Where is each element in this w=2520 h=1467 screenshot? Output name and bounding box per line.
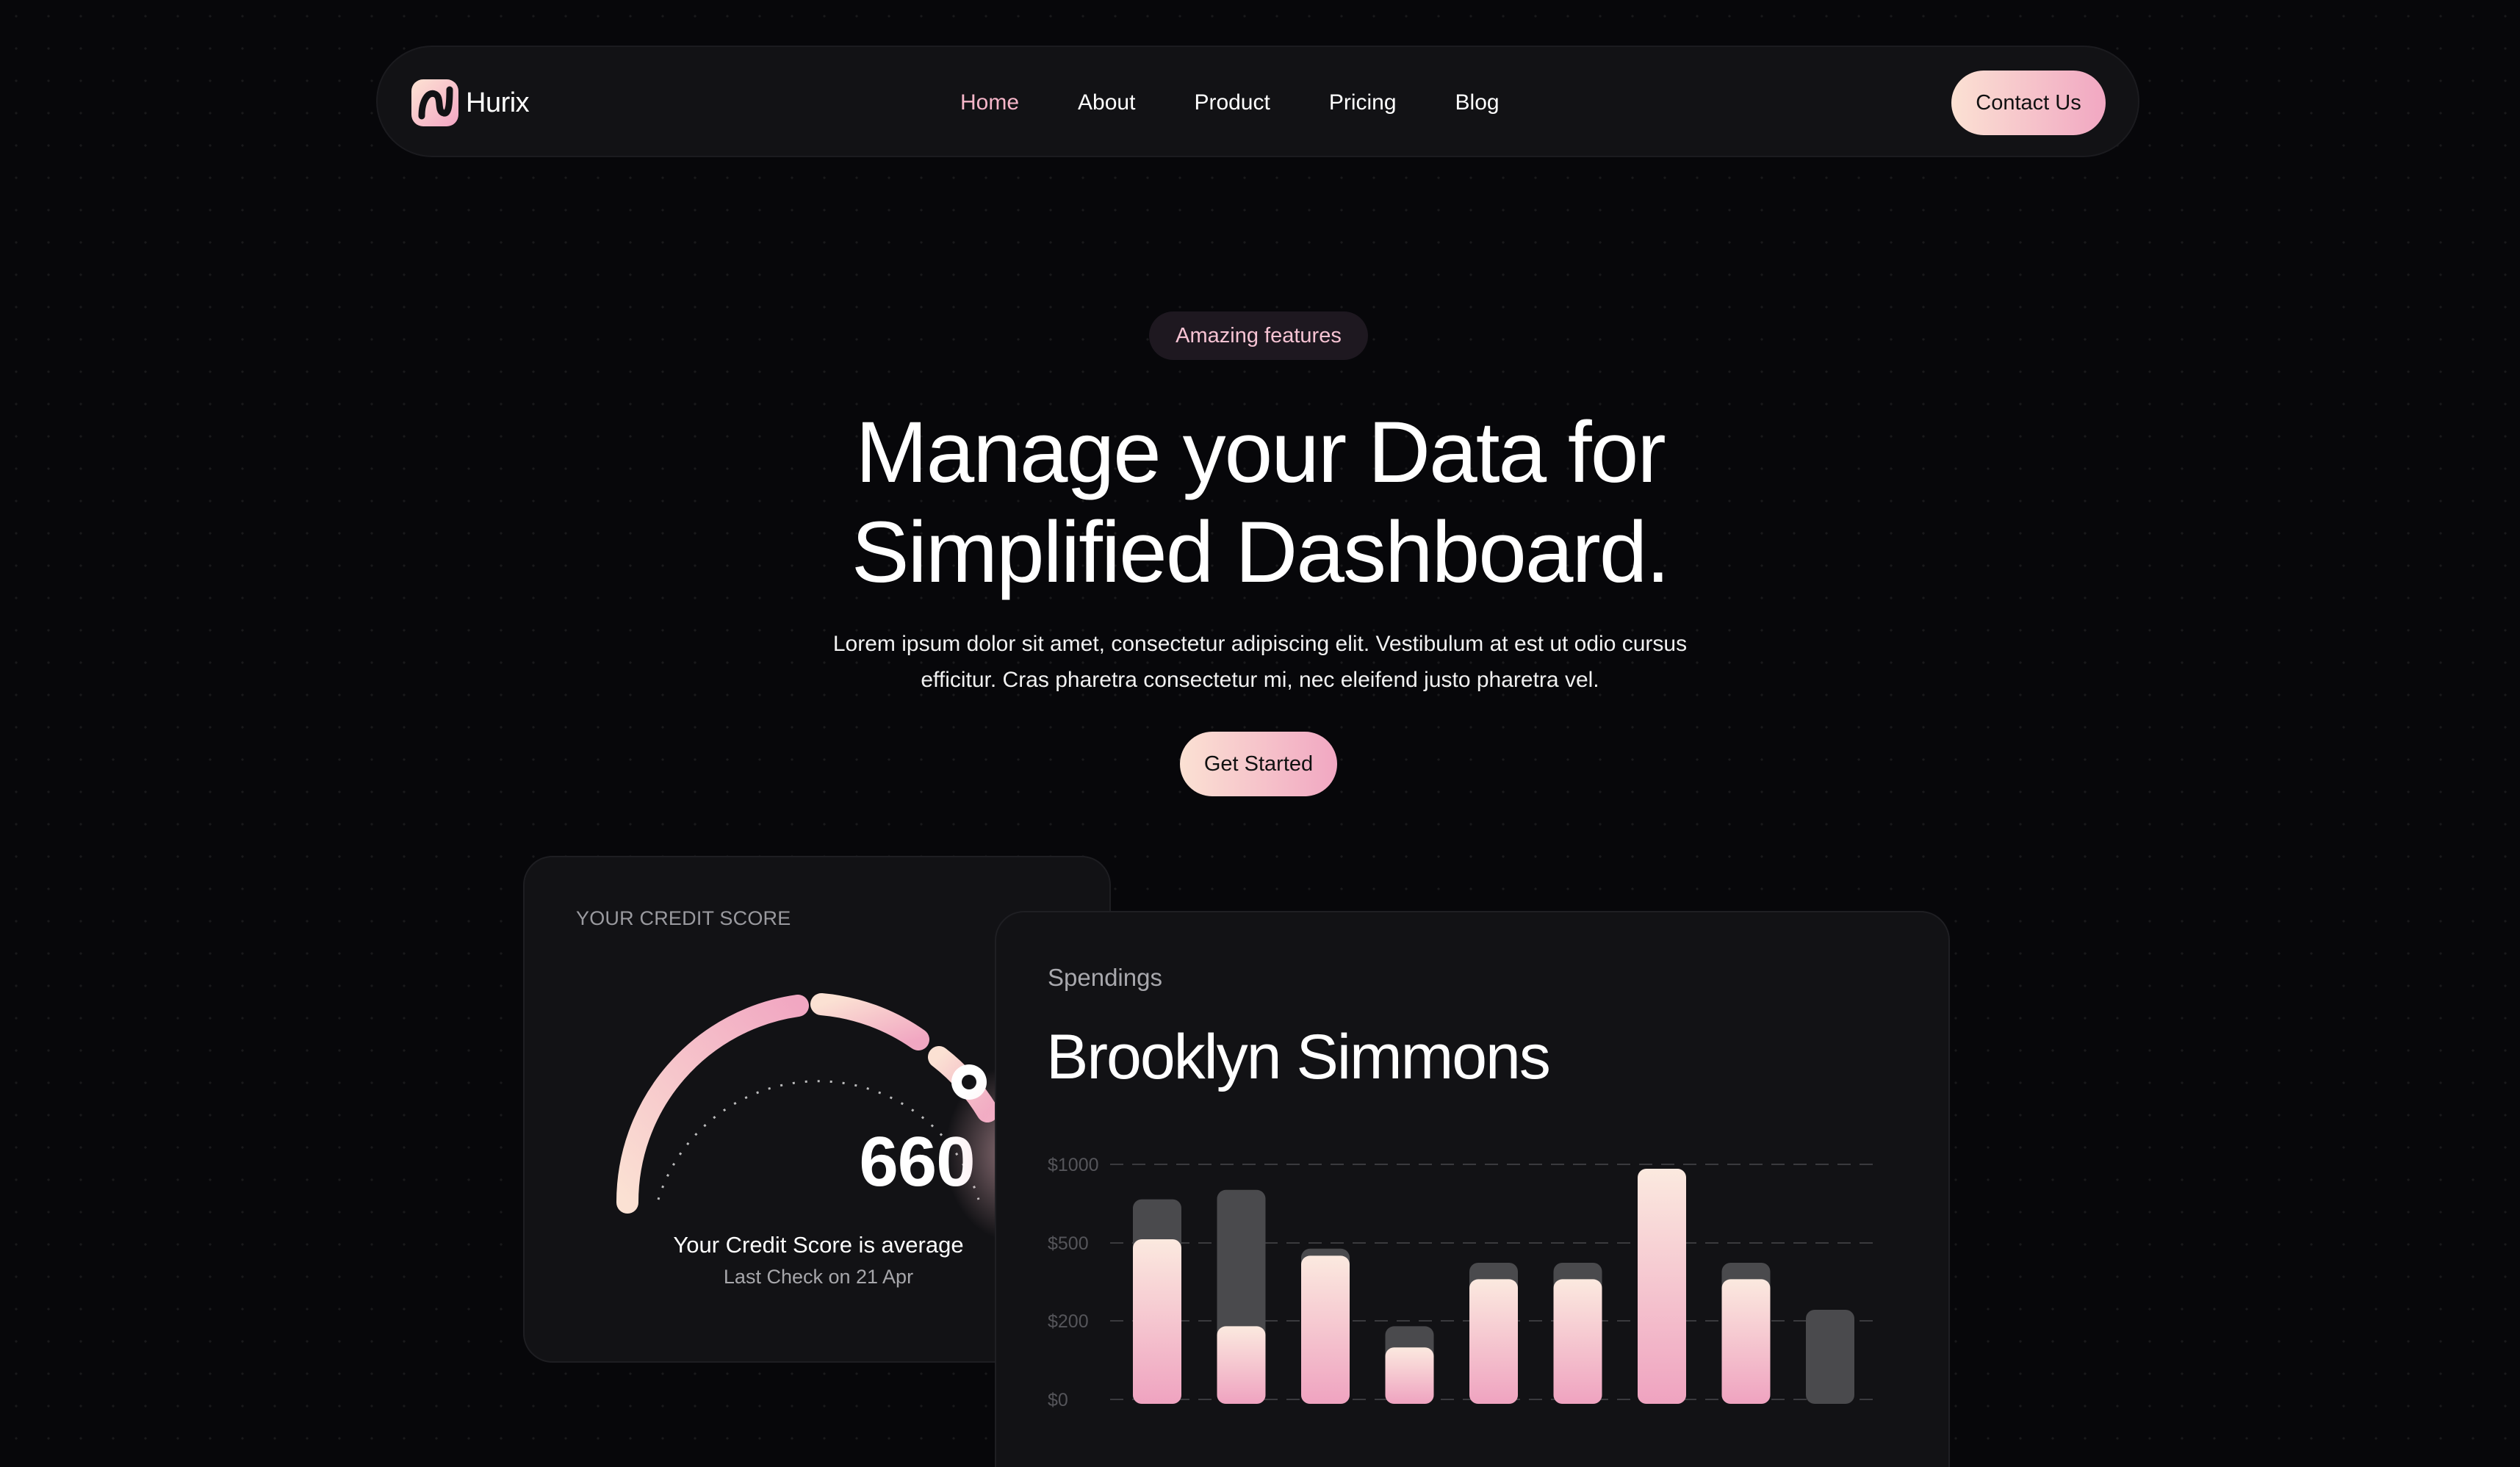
headline-line-2: Simplified Dashboard. xyxy=(851,504,1670,601)
y-tick-label: $200 xyxy=(1048,1311,1089,1332)
hurix-logo-icon xyxy=(411,79,458,126)
y-tick-label: $500 xyxy=(1048,1233,1089,1254)
subtext-line-2: efficitur. Cras pharetra consectetur mi,… xyxy=(921,668,1599,692)
nav-link-blog[interactable]: Blog xyxy=(1455,90,1500,115)
bar-value xyxy=(1553,1279,1602,1404)
nav-link-pricing[interactable]: Pricing xyxy=(1329,90,1397,115)
brand-logo[interactable]: Hurix xyxy=(411,79,530,126)
bar-value xyxy=(1133,1239,1181,1404)
subtext-line-1: Lorem ipsum dolor sit amet, consectetur … xyxy=(832,632,1688,656)
y-tick-label: $0 xyxy=(1048,1390,1068,1410)
hero-subtext: Lorem ipsum dolor sit amet, consectetur … xyxy=(819,626,1701,698)
bar-value xyxy=(1217,1326,1266,1404)
bar-value xyxy=(1638,1169,1686,1404)
bar-value xyxy=(1385,1347,1434,1404)
gauge-segment-2 xyxy=(810,993,929,1050)
brand-name: Hurix xyxy=(466,87,530,118)
bar-value xyxy=(1301,1255,1350,1404)
hero-headline: Manage your Data for Simplified Dashboar… xyxy=(0,403,2520,602)
bar-value xyxy=(1721,1279,1771,1404)
nav-link-home[interactable]: Home xyxy=(960,90,1019,115)
headline-line-1: Manage your Data for xyxy=(855,404,1666,501)
features-badge: Amazing features xyxy=(1149,311,1368,360)
nav-link-product[interactable]: Product xyxy=(1194,90,1270,115)
top-navbar: Hurix Home About Product Pricing Blog Co… xyxy=(376,46,2139,157)
nav-links: Home About Product Pricing Blog xyxy=(960,47,1500,159)
y-tick-label: $1000 xyxy=(1048,1155,1099,1175)
bar-value xyxy=(1469,1279,1518,1404)
bar-background xyxy=(1806,1310,1854,1404)
get-started-button[interactable]: Get Started xyxy=(1180,732,1337,796)
spendings-bar-chart: $1000 $500 $200 $0 xyxy=(1048,1155,1876,1410)
spendings-card: Spendings Brooklyn Simmons $1000 $500 $200… xyxy=(995,911,1950,1467)
contact-us-button[interactable]: Contact Us xyxy=(1951,71,2106,135)
nav-link-about[interactable]: About xyxy=(1078,90,1135,115)
